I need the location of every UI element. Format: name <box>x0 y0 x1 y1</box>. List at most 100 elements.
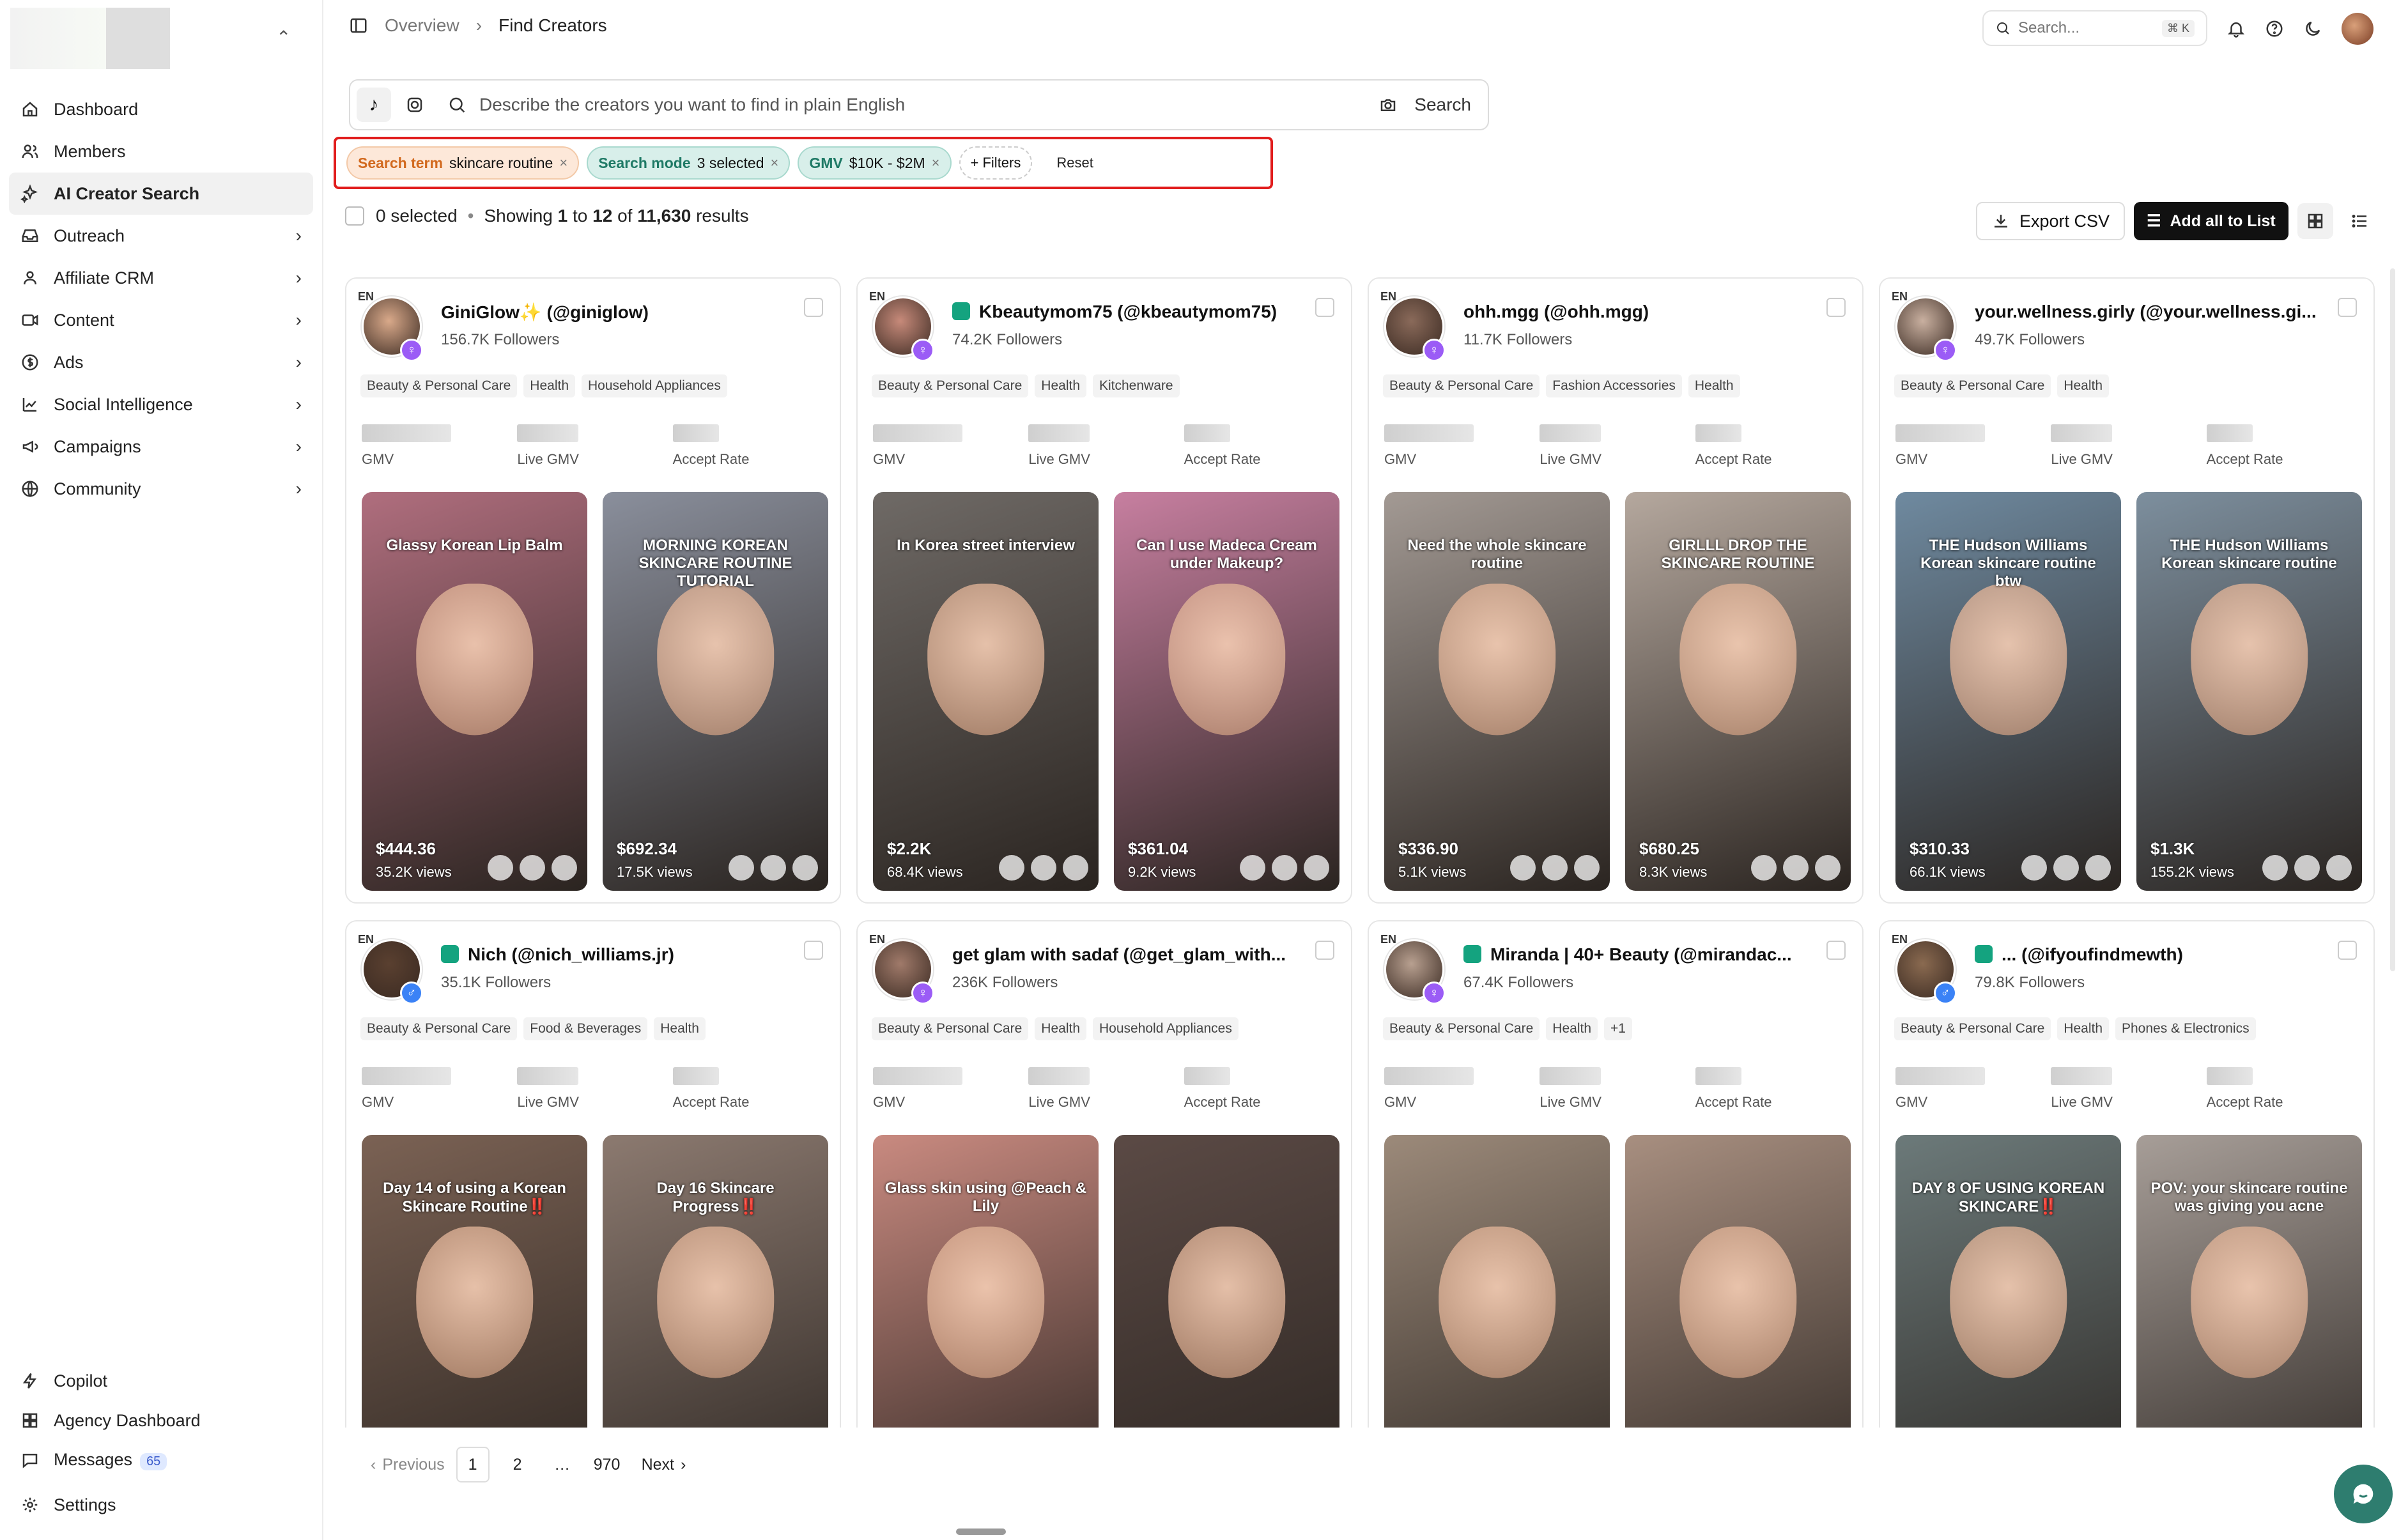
close-icon[interactable]: × <box>771 155 779 171</box>
video-thumbnail[interactable] <box>1384 1135 1610 1428</box>
video-thumbnail[interactable]: GIRLLL DROP THE SKINCARE ROUTINE $680.25 8… <box>1625 492 1851 891</box>
close-icon[interactable]: × <box>932 155 940 171</box>
video-thumbnail[interactable]: DAY 8 OF USING KOREAN SKINCARE‼️ <box>1895 1135 2121 1428</box>
creator-select-checkbox[interactable] <box>1826 941 1846 960</box>
creator-select-checkbox[interactable] <box>1315 298 1334 317</box>
creator-name[interactable]: Nich (@nich_williams.jr) <box>441 944 799 965</box>
select-all-checkbox[interactable] <box>345 206 364 226</box>
creator-card[interactable]: EN ♀ your.wellness.girly (@your.wellness.g… <box>1879 277 2375 904</box>
moon-icon[interactable] <box>2303 19 2322 38</box>
filter-chip[interactable]: GMV $10K - $2M × <box>798 146 952 180</box>
video-thumbnail[interactable]: THE Hudson Williams Korean skincare rout… <box>2136 492 2362 891</box>
creator-search-input[interactable]: Describe the creators you want to find i… <box>447 95 1378 115</box>
help-icon[interactable] <box>2265 19 2284 38</box>
video-thumbnail[interactable]: Need the whole skincare routine $336.90 5.… <box>1384 492 1610 891</box>
scrollbar[interactable] <box>2390 268 2395 971</box>
creator-card[interactable]: EN ♀ Miranda | 40+ Beauty (@mirandac... 67.… <box>1368 920 1864 1428</box>
export-csv-button[interactable]: Export CSV <box>1976 202 2126 240</box>
video-thumbnail[interactable] <box>1625 1135 1851 1428</box>
creator-card[interactable]: EN ♀ get glam with sadaf (@get_glam_with..… <box>856 920 1352 1428</box>
creator-name[interactable]: Kbeautymom75 (@kbeautymom75) <box>952 302 1310 322</box>
creator-card[interactable]: EN ♀ ohh.mgg (@ohh.mgg) 11.7K Followers Beau… <box>1368 277 1864 904</box>
creator-name[interactable]: your.wellness.girly (@your.wellness.gi..… <box>1975 302 2333 322</box>
sidebar-toggle-icon[interactable] <box>349 16 368 35</box>
creator-select-checkbox[interactable] <box>804 941 823 960</box>
creator-name[interactable]: GiniGlow✨ (@giniglow) <box>441 302 799 323</box>
chevron-up-down-icon[interactable]: ⌃ <box>276 27 291 48</box>
creator-card[interactable]: EN ♂ Nich (@nich_williams.jr) 35.1K Followe… <box>345 920 841 1428</box>
reset-filters-button[interactable]: Reset <box>1056 155 1093 171</box>
sidebar-item-label: Members <box>54 141 126 161</box>
close-icon[interactable]: × <box>559 155 567 171</box>
filter-chip[interactable]: Search term skincare routine × <box>346 146 580 180</box>
sidebar-item-ai-creator-search[interactable]: AI Creator Search <box>9 173 313 215</box>
creator-select-checkbox[interactable] <box>1315 941 1334 960</box>
add-filters-button[interactable]: + Filters <box>959 146 1033 180</box>
video-thumbnail[interactable]: Day 14 of using a Korean Skincare Routin… <box>362 1135 587 1428</box>
sidebar-item-community[interactable]: Community › <box>9 468 313 510</box>
sidebar-item-campaigns[interactable]: Campaigns › <box>9 426 313 468</box>
category-tags: Beauty & Personal Care Health +1 <box>1383 1017 1632 1040</box>
sidebar-item-agency-dashboard[interactable]: Agency Dashboard <box>9 1401 313 1440</box>
sidebar-item-affiliate-crm[interactable]: Affiliate CRM › <box>9 257 313 299</box>
sidebar-item-messages[interactable]: Messages 65 <box>9 1440 313 1480</box>
global-search[interactable]: Search... ⌘ K <box>1982 10 2207 46</box>
list-icon <box>2352 215 2366 227</box>
metric-label: GMV <box>873 1094 906 1110</box>
chevron-right-icon: › <box>295 436 302 456</box>
camera-icon[interactable] <box>1378 95 1398 114</box>
filter-chip[interactable]: Search mode 3 selected × <box>587 146 791 180</box>
face-icon <box>488 855 513 881</box>
video-thumbnail[interactable]: Day 16 Skincare Progress‼️ <box>603 1135 828 1428</box>
video-indicator-icons <box>2262 855 2352 881</box>
chevron-right-icon: › <box>295 310 302 330</box>
video-caption: THE Hudson Williams Korean skincare rout… <box>1920 537 2096 590</box>
add-all-to-list-button[interactable]: ☰ Add all to List <box>2134 202 2288 240</box>
creator-name[interactable]: get glam with sadaf (@get_glam_with... <box>952 944 1310 965</box>
creator-card[interactable]: EN ♂ ... (@ifyoufindmewth) 79.8K Followers B… <box>1879 920 2375 1428</box>
user-avatar[interactable] <box>2342 13 2373 45</box>
sidebar-item-outreach[interactable]: Outreach › <box>9 215 313 257</box>
page-2[interactable]: 2 <box>501 1447 534 1482</box>
video-views: 9.2K views <box>1128 864 1196 880</box>
sidebar-item-copilot[interactable]: Copilot <box>9 1361 313 1401</box>
video-thumbnail[interactable]: Glass skin using @Peach & Lily <box>873 1135 1099 1428</box>
video-thumbnail[interactable]: In Korea street interview $2.2K 68.4K view… <box>873 492 1099 891</box>
bell-icon[interactable] <box>2227 19 2246 38</box>
tiktok-icon[interactable]: ♪ <box>357 88 391 122</box>
video-thumbnail[interactable]: Glassy Korean Lip Balm $444.36 35.2K views <box>362 492 587 891</box>
creator-select-checkbox[interactable] <box>804 298 823 317</box>
instagram-icon[interactable] <box>397 88 432 122</box>
video-thumbnail[interactable]: THE Hudson Williams Korean skincare rout… <box>1895 492 2121 891</box>
sidebar-item-members[interactable]: Members <box>9 130 313 173</box>
sidebar-item-social-intelligence[interactable]: Social Intelligence › <box>9 383 313 426</box>
previous-page-button[interactable]: ‹ Previous <box>371 1456 445 1474</box>
creator-name[interactable]: ... (@ifyoufindmewth) <box>1975 944 2333 965</box>
dollar-icon <box>20 353 40 372</box>
creator-name[interactable]: Miranda | 40+ Beauty (@mirandac... <box>1463 944 1821 965</box>
sidebar-item-dashboard[interactable]: Dashboard <box>9 88 313 130</box>
creator-card[interactable]: EN ♀ GiniGlow✨ (@giniglow) 156.7K Followers… <box>345 277 841 904</box>
page-last[interactable]: 970 <box>590 1447 624 1482</box>
chat-support-button[interactable] <box>2334 1465 2393 1523</box>
creator-card[interactable]: EN ♀ Kbeautymom75 (@kbeautymom75) 74.2K Fol… <box>856 277 1352 904</box>
creator-select-checkbox[interactable] <box>2338 298 2357 317</box>
video-thumbnail[interactable]: Can I use Madeca Cream under Makeup? $361… <box>1114 492 1339 891</box>
video-thumbnail[interactable]: POV: your skincare routine was giving yo… <box>2136 1135 2362 1428</box>
video-thumbnail[interactable] <box>1114 1135 1339 1428</box>
grid-view-toggle[interactable] <box>2297 203 2333 239</box>
page-1[interactable]: 1 <box>456 1447 490 1482</box>
workspace-logo[interactable] <box>10 8 170 69</box>
video-thumbnail[interactable]: MORNING KOREAN SKINCARE ROUTINE TUTORIAL… <box>603 492 828 891</box>
list-view-toggle[interactable] <box>2342 203 2378 239</box>
next-page-button[interactable]: Next › <box>642 1456 686 1474</box>
creator-name[interactable]: ohh.mgg (@ohh.mgg) <box>1463 302 1821 322</box>
pagination: ‹ Previous 1 2 … 970 Next › <box>371 1447 686 1482</box>
search-button[interactable]: Search <box>1414 95 1471 115</box>
creator-select-checkbox[interactable] <box>2338 941 2357 960</box>
sidebar-item-settings[interactable]: Settings <box>9 1485 313 1525</box>
sidebar-item-ads[interactable]: Ads › <box>9 341 313 383</box>
sidebar-item-content[interactable]: Content › <box>9 299 313 341</box>
creator-select-checkbox[interactable] <box>1826 298 1846 317</box>
breadcrumb-overview[interactable]: Overview <box>385 15 459 36</box>
